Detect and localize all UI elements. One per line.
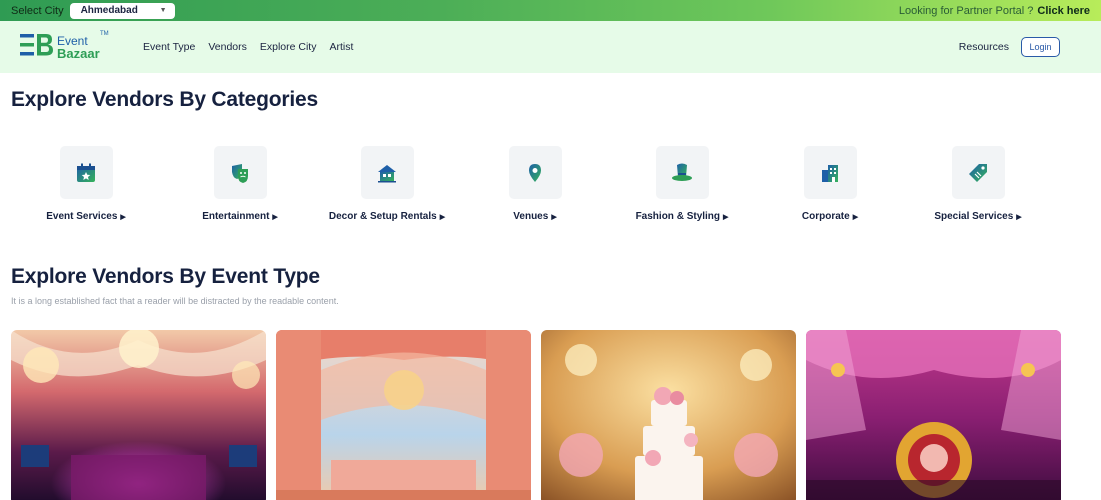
nav-link-resources[interactable]: Resources xyxy=(959,41,1009,53)
category-icon-box xyxy=(803,146,857,199)
categories-heading: Explore Vendors By Categories xyxy=(11,88,318,111)
category-label: Special Services ▶ xyxy=(934,211,1022,222)
festival-stage-image xyxy=(806,330,1061,500)
hat-icon xyxy=(672,163,692,181)
category-icon-box xyxy=(360,146,414,199)
logo[interactable]: Event Bazaar TM xyxy=(20,29,116,65)
event-type-card-floral-arch[interactable] xyxy=(276,330,531,500)
select-city-label: Select City xyxy=(11,4,64,17)
logo-text: Event Bazaar xyxy=(57,35,100,60)
partner-portal-prompt: Looking for Partner Portal ? Click here xyxy=(899,5,1090,17)
event-type-subtitle: It is a long established fact that a rea… xyxy=(11,296,339,306)
category-list: Event Services ▶ Entertainment ▶ Decor & S xyxy=(0,146,1101,226)
category-label: Entertainment ▶ xyxy=(202,211,278,222)
category-corporate[interactable]: Corporate ▶ xyxy=(756,146,904,222)
category-fashion-styling[interactable]: Fashion & Styling ▶ xyxy=(608,146,756,222)
category-icon-box xyxy=(59,146,113,199)
wedding-cake-image xyxy=(541,330,796,500)
decor-house-icon xyxy=(378,164,396,182)
calendar-star-icon xyxy=(77,163,95,182)
logo-mark xyxy=(20,32,54,63)
category-label: Corporate ▶ xyxy=(801,211,859,222)
category-icon-box xyxy=(655,146,709,199)
nav-link-vendors[interactable]: Vendors xyxy=(208,41,247,53)
category-decor-setup-rentals[interactable]: Decor & Setup Rentals ▶ xyxy=(313,146,461,222)
event-type-card-cake[interactable] xyxy=(541,330,796,500)
category-label: Decor & Setup Rentals ▶ xyxy=(328,211,446,222)
category-label: Venues ▶ xyxy=(513,211,557,222)
category-label: Event Services ▶ xyxy=(46,211,126,222)
category-icon-box xyxy=(951,146,1005,199)
nav-link-explore-city[interactable]: Explore City xyxy=(260,41,317,53)
category-special-services[interactable]: Special Services ▶ xyxy=(904,146,1052,222)
logo-eb-icon xyxy=(20,33,53,55)
logo-trademark: TM xyxy=(100,31,109,37)
nav-link-artist[interactable]: Artist xyxy=(329,41,353,53)
floral-arch-image xyxy=(276,330,531,500)
category-entertainment[interactable]: Entertainment ▶ xyxy=(166,146,314,222)
main-navbar: Event Bazaar TM Event Type Vendors Explo… xyxy=(0,21,1101,73)
city-select[interactable]: Ahmedabad ▼ xyxy=(69,2,175,19)
top-bar: Select City Ahmedabad ▼ Looking for Part… xyxy=(0,0,1101,21)
event-type-card-ballroom[interactable] xyxy=(11,330,266,500)
partner-portal-link[interactable]: Click here xyxy=(1037,5,1090,17)
login-button[interactable]: Login xyxy=(1021,37,1060,57)
nav-right: Resources Login xyxy=(959,37,1060,57)
category-icon-box xyxy=(213,146,267,199)
chevron-down-icon: ▼ xyxy=(159,7,167,14)
category-event-services[interactable]: Event Services ▶ xyxy=(12,146,160,222)
map-pin-icon xyxy=(529,163,541,182)
nav-link-event-type[interactable]: Event Type xyxy=(143,41,195,53)
logo-line1: Event xyxy=(57,33,88,48)
tag-icon xyxy=(969,163,987,182)
event-type-card-festival[interactable] xyxy=(806,330,1061,500)
building-icon xyxy=(822,164,838,182)
partner-portal-text: Looking for Partner Portal ? xyxy=(898,4,1034,17)
event-type-heading: Explore Vendors By Event Type xyxy=(11,265,320,288)
logo-line2: Bazaar xyxy=(57,45,100,61)
category-venues[interactable]: Venues ▶ xyxy=(461,146,609,222)
nav-links: Event Type Vendors Explore City Artist xyxy=(143,41,353,53)
category-icon-box xyxy=(508,146,562,199)
ballroom-image xyxy=(11,330,266,500)
category-label: Fashion & Styling ▶ xyxy=(635,211,729,222)
theater-masks-icon xyxy=(232,163,248,183)
city-select-value: Ahmedabad xyxy=(80,5,138,16)
